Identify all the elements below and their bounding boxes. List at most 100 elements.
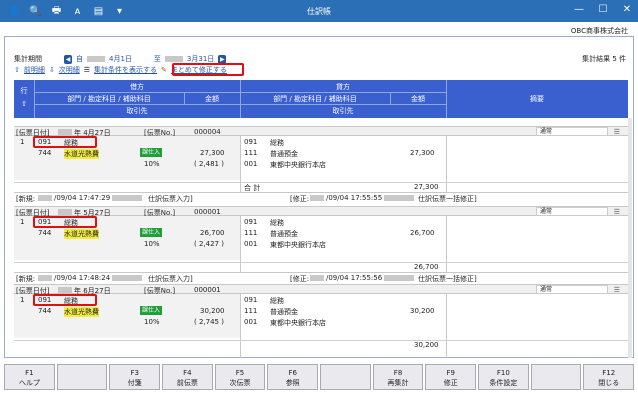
f11-button[interactable]: [530, 364, 582, 390]
vertical-scrollbar[interactable]: [628, 118, 632, 358]
result-count: 集計結果 5 件: [582, 55, 626, 63]
f8-button[interactable]: F8 再集計: [372, 364, 424, 390]
credit-partner-name: 東都中央銀行本店: [270, 241, 326, 249]
pencil-icon: ✎: [161, 66, 167, 74]
table-header: 行 ⇧ 借方 部門 / 勘定科目 / 補助科目 金額 取引先 貸方 部門 / 勘…: [14, 80, 628, 118]
credit-account-name: 普通預金: [270, 150, 298, 158]
show-conditions-link[interactable]: 集計条件を表示する: [94, 65, 157, 75]
header-debit-amount: 金額: [205, 95, 219, 103]
debit-tax: ( 2,427 ): [194, 240, 224, 248]
line-no: 1: [20, 138, 25, 146]
debit-tax: ( 2,745 ): [194, 318, 224, 326]
status-field[interactable]: 通常: [536, 127, 608, 136]
from-date[interactable]: 4月1日: [109, 54, 132, 64]
tax-badge: 課仕入: [140, 228, 163, 237]
f10-button[interactable]: F10 条件設定: [478, 364, 529, 390]
list-icon: ☰: [83, 66, 91, 74]
period-prev-icon[interactable]: ◀: [64, 54, 72, 64]
total-amount: 26,700: [414, 263, 439, 271]
debit-account-name: 水道光熱費: [64, 149, 99, 159]
down-arrow-icon: ⇩: [48, 66, 55, 74]
modified-time: /09/04 17:55:55: [326, 194, 383, 202]
modified-label: [修正:: [290, 195, 310, 203]
header-debit-partner: 取引先: [126, 107, 148, 115]
debit-account-name: 水道光熱費: [64, 307, 99, 317]
to-label: 至: [153, 55, 161, 63]
dept-highlight-2: [33, 216, 97, 228]
credit-partner-code: 001: [244, 318, 258, 326]
header-row: 行: [20, 87, 28, 95]
credit-account-name: 普通預金: [270, 230, 298, 238]
maximize-button[interactable]: ☐: [596, 3, 610, 17]
debit-account-code: 744: [38, 149, 52, 157]
f2-button[interactable]: [56, 364, 108, 390]
dept-highlight-3: [33, 294, 97, 306]
credit-dept-name: 総務: [270, 297, 284, 305]
credit-dept-code: 091: [244, 218, 258, 226]
created-source: 仕訳伝票入力]: [148, 195, 193, 203]
status-field[interactable]: 通常: [536, 285, 608, 294]
header-credit: 貸方: [336, 83, 350, 91]
debit-account-code: 744: [38, 307, 52, 315]
credit-dept-name: 総務: [270, 219, 284, 227]
status-field[interactable]: 通常: [536, 207, 608, 216]
dept-highlight-1: [33, 136, 97, 148]
credit-amount: 26,700: [410, 229, 435, 237]
header-credit-dept: 部門 / 勘定科目 / 補助科目: [273, 95, 357, 103]
prev-detail-link[interactable]: 前明細: [24, 65, 45, 75]
created-label: [新規:: [16, 195, 36, 203]
minimize-button[interactable]: —: [572, 3, 586, 17]
f6-button[interactable]: F6 参照: [267, 364, 319, 390]
modified-source: 仕訳伝票一括修正]: [418, 275, 477, 283]
credit-account-code: 111: [244, 229, 258, 237]
tax-rate: 10%: [144, 160, 160, 168]
period-label: 集計期間: [14, 55, 42, 63]
line-no: 1: [20, 296, 25, 304]
created-label: [新規:: [16, 275, 36, 283]
next-detail-link[interactable]: 次明細: [59, 65, 80, 75]
credit-dept-code: 091: [244, 296, 258, 304]
header-debit-dept: 部門 / 勘定科目 / 補助科目: [67, 95, 151, 103]
f4-button[interactable]: F4 前伝票: [162, 364, 213, 390]
title-bar: 👤 🔍 🖶 ᴀ ▤ ▾ 仕訳帳 — ☐ ✕: [0, 0, 638, 22]
line-no: 1: [20, 218, 25, 226]
menu-icon[interactable]: ☰: [614, 208, 620, 216]
credit-dept-name: 総務: [270, 139, 284, 147]
menu-icon[interactable]: ☰: [614, 286, 620, 294]
from-label: 自: [76, 55, 83, 63]
f3-button[interactable]: F3 付箋: [109, 364, 161, 390]
f1-button[interactable]: F1 ヘルプ: [4, 364, 55, 390]
f7-button[interactable]: [320, 364, 371, 390]
debit-amount: 30,200: [200, 307, 225, 315]
slip-no: 000001: [194, 286, 221, 294]
modified-source: 仕訳伝票一括修正]: [418, 195, 477, 203]
menu-icon[interactable]: ☰: [614, 128, 620, 136]
modified-time: /09/04 17:55:56: [326, 274, 383, 282]
total-amount: 30,200: [414, 341, 439, 349]
header-sort-icon[interactable]: ⇧: [14, 100, 34, 108]
close-button[interactable]: ✕: [620, 3, 634, 17]
debit-account-code: 744: [38, 229, 52, 237]
credit-partner-name: 東都中央銀行本店: [270, 319, 326, 327]
f12-button[interactable]: F12 閉じる: [583, 364, 635, 390]
credit-amount: 30,200: [410, 307, 435, 315]
tax-rate: 10%: [144, 318, 160, 326]
credit-dept-code: 091: [244, 138, 258, 146]
f9-button[interactable]: F9 修正: [425, 364, 477, 390]
tax-rate: 10%: [144, 240, 160, 248]
credit-account-code: 111: [244, 307, 258, 315]
header-credit-amount: 金額: [411, 95, 425, 103]
credit-amount: 27,300: [410, 149, 435, 157]
debit-tax: ( 2,481 ): [194, 160, 224, 168]
f5-button[interactable]: F5 次伝票: [214, 364, 266, 390]
created-source: 仕訳伝票入力]: [148, 275, 193, 283]
credit-account-code: 111: [244, 149, 258, 157]
function-key-bar: F1 ヘルプ F3 付箋 F4 前伝票 F5 次伝票 F6 参照 F8 再集計 F9 修正 F…: [4, 364, 635, 390]
created-time: /09/04 17:47:29: [54, 194, 111, 202]
modified-label: [修正:: [290, 275, 310, 283]
created-time: /09/04 17:48:24: [54, 274, 111, 282]
window-title: 仕訳帳: [307, 7, 331, 16]
credit-partner-code: 001: [244, 240, 258, 248]
slip-no: 000001: [194, 208, 221, 216]
credit-partner-code: 001: [244, 160, 258, 168]
